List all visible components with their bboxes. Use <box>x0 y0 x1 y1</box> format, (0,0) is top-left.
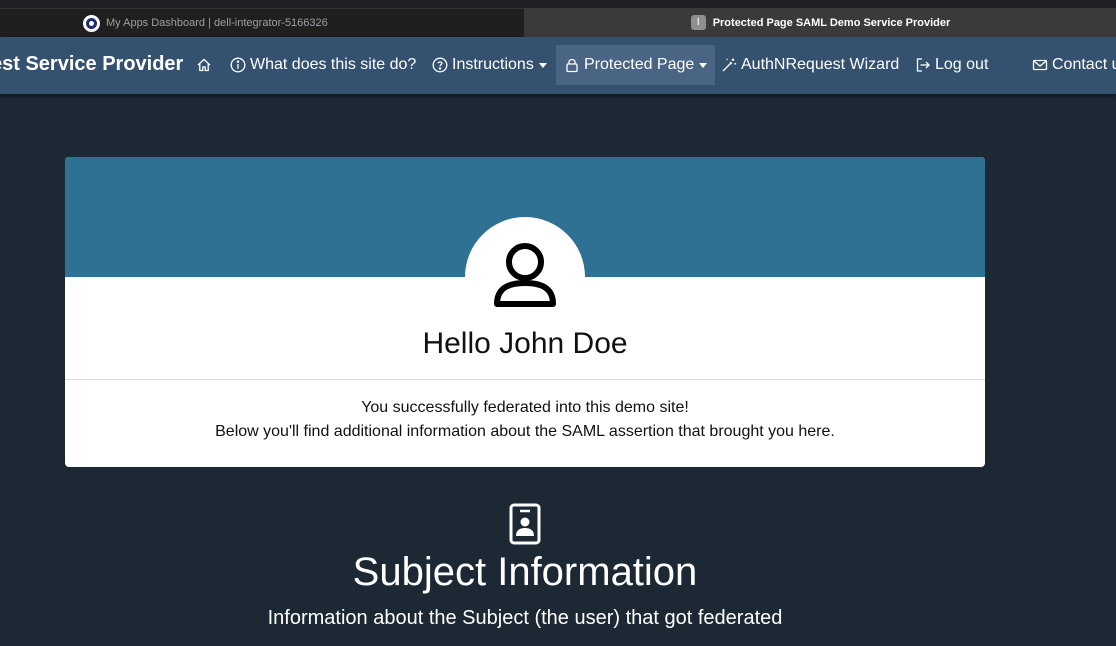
tab-title: My Apps Dashboard | dell-integrator-5166… <box>106 17 328 29</box>
page-favicon-icon: I <box>690 15 706 30</box>
okta-icon <box>83 14 100 32</box>
success-message: You successfully federated into this dem… <box>361 399 689 416</box>
subject-info-heading: Subject Information <box>352 550 698 594</box>
main-navbar: est Service Provider What does this site… <box>0 37 1116 94</box>
nav-log-out[interactable]: Log out <box>915 45 988 85</box>
nav-label: Log out <box>935 56 989 73</box>
nav-label: Contact u <box>1052 56 1116 73</box>
greeting-heading: Hello John Doe <box>422 327 628 360</box>
chevron-down-icon <box>538 62 547 68</box>
lock-icon <box>564 57 580 73</box>
browser-tab-protected-page[interactable]: I Protected Page SAML Demo Service Provi… <box>525 8 1116 37</box>
browser-tab-strip: My Apps Dashboard | dell-integrator-5166… <box>0 0 1116 37</box>
user-icon <box>494 243 556 307</box>
browser-tab-my-apps[interactable]: My Apps Dashboard | dell-integrator-5166… <box>0 8 525 37</box>
nav-label: Instructions <box>452 56 534 73</box>
brand-link[interactable]: est Service Provider <box>0 53 183 76</box>
home-icon <box>196 57 212 73</box>
nav-label: AuthNRequest Wizard <box>741 56 900 73</box>
envelope-icon <box>1032 57 1048 73</box>
nav-instructions[interactable]: Instructions <box>432 45 547 85</box>
info-message: Below you'll find additional information… <box>215 423 835 440</box>
question-circle-icon <box>432 57 448 73</box>
subject-info-subtitle: Information about the Subject (the user)… <box>267 607 783 629</box>
info-circle-icon <box>230 57 246 73</box>
welcome-card: Hello John Doe You successfully federate… <box>65 157 985 467</box>
nav-protected-page[interactable]: Protected Page <box>556 45 716 85</box>
nav-what-does-this-site-do[interactable]: What does this site do? <box>230 45 416 85</box>
tab-title: Protected Page SAML Demo Service Provide… <box>712 16 951 29</box>
nav-label: Protected Page <box>584 56 695 73</box>
nav-label: What does this site do? <box>250 56 417 73</box>
card-divider <box>65 379 985 380</box>
nav-home[interactable] <box>196 45 216 85</box>
chevron-down-icon <box>699 62 708 68</box>
logout-icon <box>915 57 931 73</box>
magic-wand-icon <box>721 57 737 73</box>
nav-contact[interactable]: Contact u <box>1032 45 1116 85</box>
person-badge-icon <box>509 503 541 545</box>
nav-authnrequest-wizard[interactable]: AuthNRequest Wizard <box>721 45 899 85</box>
